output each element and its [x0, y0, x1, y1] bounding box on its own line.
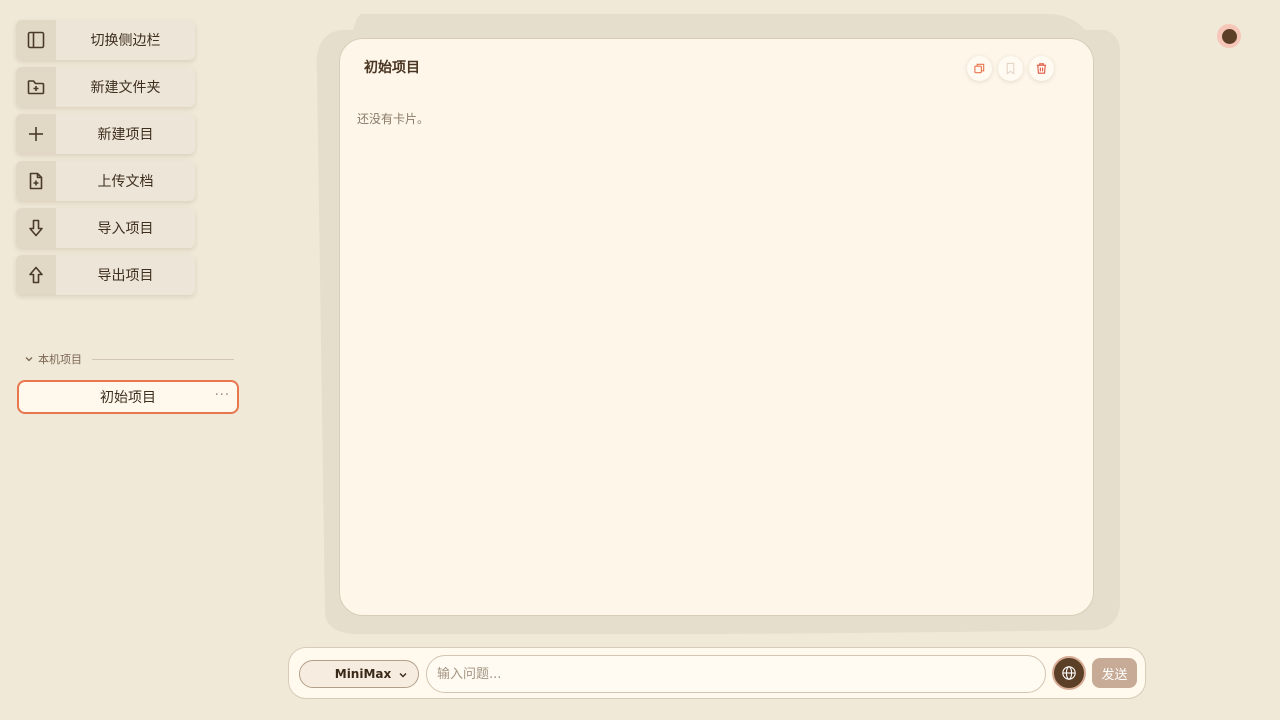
- globe-icon: [1062, 666, 1076, 680]
- bookmark-button[interactable]: [998, 56, 1023, 81]
- chevron-down-icon: [399, 673, 407, 678]
- bookmark-icon: [1006, 62, 1015, 75]
- toggle-sidebar-label: 切换侧边栏: [90, 33, 161, 49]
- model-select-value: MiniMax: [334, 667, 392, 681]
- export-project-label: 导出项目: [97, 268, 154, 284]
- sidebar-toggle-icon: [16, 20, 56, 60]
- empty-cards-message: 还没有卡片。: [357, 112, 430, 126]
- project-card: 初始项目 还没有卡片。: [339, 38, 1094, 616]
- folder-plus-icon: [16, 67, 56, 107]
- copy-button[interactable]: [967, 56, 992, 81]
- local-projects-section-header[interactable]: 本机项目: [24, 350, 234, 368]
- project-name: 初始项目: [100, 390, 156, 406]
- arrow-up-icon: [16, 255, 56, 295]
- sidebar: 切换侧边栏 新建文件夹 新建项目 上传文档 导入项目 导出项目 本机项目 初始项…: [0, 0, 260, 720]
- plus-icon: [16, 114, 56, 154]
- status-indicator[interactable]: [1217, 24, 1241, 48]
- new-project-label: 新建项目: [97, 127, 154, 143]
- toggle-sidebar-button[interactable]: 切换侧边栏: [16, 20, 195, 60]
- question-input[interactable]: [426, 655, 1046, 693]
- delete-button[interactable]: [1029, 56, 1054, 81]
- file-plus-icon: [16, 161, 56, 201]
- project-item[interactable]: 初始项目 ···: [17, 380, 239, 414]
- section-divider: [92, 358, 234, 360]
- section-title: 本机项目: [38, 353, 82, 366]
- model-select[interactable]: MiniMax: [299, 660, 419, 688]
- chat-bar: MiniMax 发送: [288, 647, 1146, 699]
- more-options-icon[interactable]: ···: [215, 388, 230, 403]
- web-search-toggle[interactable]: [1052, 656, 1086, 690]
- import-project-button[interactable]: 导入项目: [16, 208, 195, 248]
- new-project-button[interactable]: 新建项目: [16, 114, 195, 154]
- arrow-down-icon: [16, 208, 56, 248]
- copy-icon: [974, 63, 985, 74]
- trash-icon: [1036, 63, 1047, 74]
- card-toolbar: [967, 56, 1054, 81]
- chevron-down-icon: [25, 357, 33, 362]
- upload-document-label: 上传文档: [97, 174, 154, 190]
- new-folder-button[interactable]: 新建文件夹: [16, 67, 195, 107]
- send-button[interactable]: 发送: [1092, 658, 1137, 688]
- upload-document-button[interactable]: 上传文档: [16, 161, 195, 201]
- import-project-label: 导入项目: [97, 221, 154, 237]
- export-project-button[interactable]: 导出项目: [16, 255, 195, 295]
- card-title: 初始项目: [364, 60, 420, 76]
- new-folder-label: 新建文件夹: [90, 80, 161, 96]
